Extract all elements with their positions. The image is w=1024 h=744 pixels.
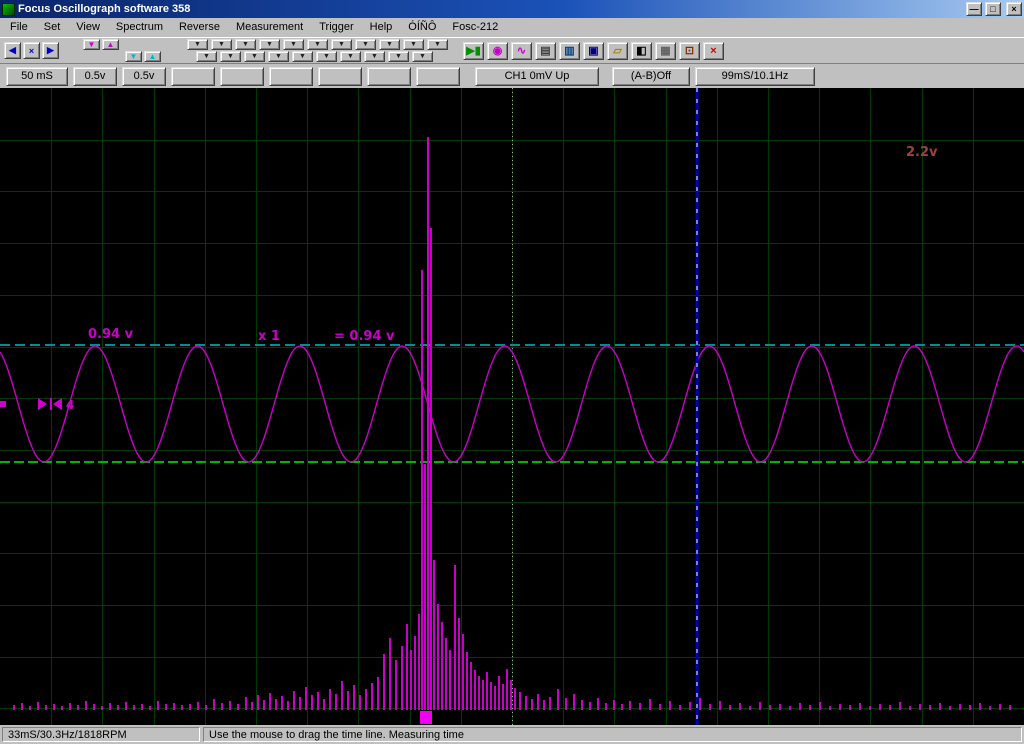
contrast-icon[interactable]: ◧ <box>631 42 652 60</box>
scope-annotation-1: 0.94 v <box>88 327 134 342</box>
param-slot-3[interactable] <box>269 67 313 86</box>
prev-button[interactable]: ◀ <box>4 42 21 59</box>
grid-icon[interactable]: ▦ <box>655 42 676 60</box>
record-icon[interactable]: ◉ <box>487 42 508 60</box>
menu-item-trigger[interactable]: Trigger <box>311 19 361 36</box>
dropdown-row-1: ▼▼▼▼▼▼▼▼▼▼▼ <box>187 39 448 50</box>
param-ab-mode[interactable]: (A-B)Off <box>612 67 690 86</box>
ch2-scale-up-button[interactable]: ▲ <box>144 51 161 62</box>
dropdown-b-6[interactable]: ▼ <box>316 51 337 62</box>
snapshot-icon[interactable]: ⊡ <box>679 42 700 60</box>
next-button[interactable]: ▶ <box>42 42 59 59</box>
menu-item-set[interactable]: Set <box>36 19 69 36</box>
dropdown-b-7[interactable]: ▼ <box>340 51 361 62</box>
dropdown-b-4[interactable]: ▼ <box>268 51 289 62</box>
tri-row-1: ▼▲ <box>83 39 161 50</box>
app-icon <box>2 3 15 16</box>
menu-item-file[interactable]: File <box>2 19 36 36</box>
open-folder-icon[interactable]: ▱ <box>607 42 628 60</box>
waveform-icon[interactable]: ∿ <box>511 42 532 60</box>
toolbar: ◀×▶ ▼▲ ▼▲ ▼▼▼▼▼▼▼▼▼▼▼ ▼▼▼▼▼▼▼▼▼▼ ▶▮◉∿▤▥▣… <box>0 37 1024 63</box>
menu-item-help[interactable]: Help <box>362 19 401 36</box>
ch2-scale-down-button[interactable]: ▼ <box>125 51 142 62</box>
menu-item-measurement[interactable]: Measurement <box>228 19 311 36</box>
scope-display[interactable]: 4 0.94 v x 1 = 0.94 v 2.2v <box>0 88 1024 725</box>
stop-button[interactable]: × <box>23 42 40 59</box>
status-measurement: 33mS/30.3Hz/1818RPM <box>2 727 200 742</box>
dropdown-b-1[interactable]: ▼ <box>196 51 217 62</box>
scope-annotation-3: = 0.94 v <box>334 329 395 344</box>
param-slot-1[interactable] <box>171 67 215 86</box>
save-icon[interactable]: ▣ <box>583 42 604 60</box>
dropdown-b-3[interactable]: ▼ <box>244 51 265 62</box>
menu-item-item[interactable]: ÓÍÑÔ <box>400 19 444 36</box>
dropdown-a-10[interactable]: ▼ <box>403 39 424 50</box>
menu-item-view[interactable]: View <box>68 19 108 36</box>
scope-area[interactable]: 4 0.94 v x 1 = 0.94 v 2.2v <box>0 88 1024 725</box>
close-button[interactable]: × <box>1006 2 1022 16</box>
close-red-icon[interactable]: × <box>703 42 724 60</box>
param-slot-5[interactable] <box>367 67 411 86</box>
time-line-handle[interactable] <box>420 711 432 724</box>
table-icon[interactable]: ▤ <box>535 42 556 60</box>
ch1-scale-down-button[interactable]: ▼ <box>83 39 100 50</box>
dropdown-group: ▼▼▼▼▼▼▼▼▼▼▼ ▼▼▼▼▼▼▼▼▼▼ <box>187 39 448 62</box>
parameter-bar: 50 mS 0.5v 0.5v CH1 0mV Up (A-B)Off 99mS/10.1… <box>0 63 1024 88</box>
panel-icon[interactable]: ▥ <box>559 42 580 60</box>
maximize-button[interactable]: □ <box>985 2 1001 16</box>
param-ch1-status[interactable]: CH1 0mV Up <box>475 67 599 86</box>
dropdown-a-2[interactable]: ▼ <box>211 39 232 50</box>
param-slot-6[interactable] <box>416 67 460 86</box>
app-window: Focus Oscillograph software 358 — □ × Fi… <box>0 0 1024 744</box>
dropdown-a-8[interactable]: ▼ <box>355 39 376 50</box>
dropdown-a-7[interactable]: ▼ <box>331 39 352 50</box>
dropdown-a-9[interactable]: ▼ <box>379 39 400 50</box>
dropdown-b-9[interactable]: ▼ <box>388 51 409 62</box>
run-icon[interactable]: ▶▮ <box>463 42 484 60</box>
ch1-scale-up-button[interactable]: ▲ <box>102 39 119 50</box>
scope-annotation-2: x 1 <box>258 329 280 344</box>
dropdown-row-2: ▼▼▼▼▼▼▼▼▼▼ <box>196 51 448 62</box>
svg-text:4: 4 <box>66 398 74 412</box>
dropdown-b-5[interactable]: ▼ <box>292 51 313 62</box>
status-message: Use the mouse to drag the time line. Mea… <box>203 727 1022 742</box>
param-timebase[interactable]: 50 mS <box>6 67 68 86</box>
menu-item-reverse[interactable]: Reverse <box>171 19 228 36</box>
nav-group: ◀×▶ <box>4 42 59 59</box>
dropdown-a-6[interactable]: ▼ <box>307 39 328 50</box>
status-bar: 33mS/30.3Hz/1818RPM Use the mouse to dra… <box>0 725 1024 744</box>
param-slot-4[interactable] <box>318 67 362 86</box>
dropdown-a-5[interactable]: ▼ <box>283 39 304 50</box>
param-measure[interactable]: 99mS/10.1Hz <box>695 67 815 86</box>
dropdown-b-8[interactable]: ▼ <box>364 51 385 62</box>
menu-item-fosc-212[interactable]: Fosc-212 <box>444 19 506 36</box>
dropdown-a-4[interactable]: ▼ <box>259 39 280 50</box>
minimize-button[interactable]: — <box>966 2 982 16</box>
scope-annotation-4: 2.2v <box>906 145 938 160</box>
title-bar: Focus Oscillograph software 358 — □ × <box>0 0 1024 18</box>
dropdown-b-2[interactable]: ▼ <box>220 51 241 62</box>
window-title: Focus Oscillograph software 358 <box>18 3 963 15</box>
toolbar-icon-group: ▶▮◉∿▤▥▣▱◧▦⊡× <box>463 42 724 60</box>
channel-scale-group: ▼▲ ▼▲ <box>83 39 161 62</box>
menu-bar: FileSetViewSpectrumReverseMeasurementTri… <box>0 18 1024 37</box>
dropdown-a-1[interactable]: ▼ <box>187 39 208 50</box>
param-ch1-volts[interactable]: 0.5v <box>73 67 117 86</box>
dropdown-a-11[interactable]: ▼ <box>427 39 448 50</box>
menu-item-spectrum[interactable]: Spectrum <box>108 19 171 36</box>
tri-row-2: ▼▲ <box>125 51 161 62</box>
param-ch2-volts[interactable]: 0.5v <box>122 67 166 86</box>
dropdown-b-10[interactable]: ▼ <box>412 51 433 62</box>
param-slot-2[interactable] <box>220 67 264 86</box>
dropdown-a-3[interactable]: ▼ <box>235 39 256 50</box>
